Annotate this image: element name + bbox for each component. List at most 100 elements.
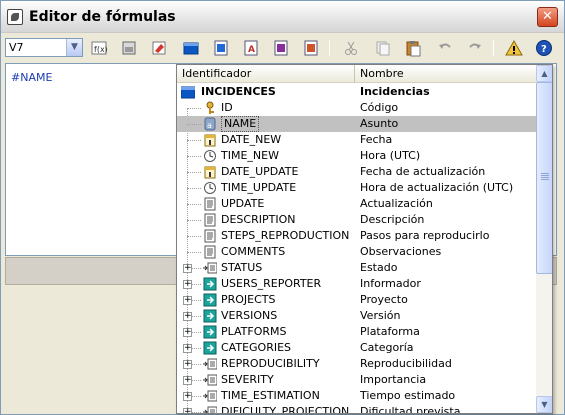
close-button[interactable]: ✕ bbox=[537, 7, 558, 27]
field-identifier: TIME_UPDATE bbox=[221, 181, 297, 194]
tree-row[interactable]: + PLATFORMS Plataforma bbox=[177, 324, 536, 340]
field-identifier: SEVERITY bbox=[221, 373, 274, 386]
field-name: Importancia bbox=[360, 373, 427, 386]
document-icon bbox=[203, 245, 217, 259]
expand-icon[interactable]: + bbox=[183, 408, 192, 413]
tree-row[interactable]: + STATUS Estado bbox=[177, 260, 536, 276]
clock-icon bbox=[203, 149, 217, 163]
field-identifier: TIME_NEW bbox=[221, 149, 279, 162]
table-icon[interactable] bbox=[181, 38, 201, 58]
eraser-icon[interactable] bbox=[149, 38, 169, 58]
tree-branch-line bbox=[187, 188, 201, 189]
tree-row[interactable]: DATE_UPDATE Fecha de actualización bbox=[177, 164, 536, 180]
expand-icon[interactable]: + bbox=[183, 328, 192, 337]
date-icon[interactable] bbox=[301, 38, 321, 58]
copy-icon[interactable] bbox=[373, 38, 393, 58]
undo-icon[interactable] bbox=[435, 38, 455, 58]
key-link-icon bbox=[203, 357, 218, 371]
tree-row[interactable]: ID Código bbox=[177, 100, 536, 116]
chevron-down-icon[interactable]: ▼ bbox=[66, 39, 82, 56]
paste-icon[interactable] bbox=[403, 38, 423, 58]
tree-row[interactable]: + TIME_ESTIMATION Tiempo estimado bbox=[177, 388, 536, 404]
tree-branch-line bbox=[187, 172, 201, 173]
scrollbar-thumb[interactable] bbox=[536, 82, 552, 274]
document-icon bbox=[203, 197, 217, 211]
field-identifier: STATUS bbox=[221, 261, 263, 274]
svg-text:f(x): f(x) bbox=[94, 45, 108, 54]
tree-row[interactable]: + SEVERITY Importancia bbox=[177, 372, 536, 388]
field-name: Actualización bbox=[360, 197, 433, 210]
help-icon[interactable]: ? bbox=[534, 38, 554, 58]
tree-row[interactable]: + CATEGORIES Categoría bbox=[177, 340, 536, 356]
field-tree: INCIDENCES Incidencias ID Código a NAME Asunto… bbox=[177, 84, 536, 413]
tree-row[interactable]: STEPS_REPRODUCTION Pasos para reproducirl… bbox=[177, 228, 536, 244]
field-name: Categoría bbox=[360, 341, 414, 354]
title-bar[interactable]: Editor de fórmulas ✕ bbox=[1, 1, 564, 33]
tree-branch-line bbox=[187, 252, 201, 253]
tree-row[interactable]: + PROJECTS Proyecto bbox=[177, 292, 536, 308]
svg-text:?: ? bbox=[541, 44, 547, 55]
tree-row[interactable]: DESCRIPTION Descripción bbox=[177, 212, 536, 228]
cell-select-value: V7 bbox=[9, 41, 24, 54]
number-icon[interactable] bbox=[271, 38, 291, 58]
field-name: Observaciones bbox=[360, 245, 442, 258]
tree-branch-line bbox=[187, 204, 201, 205]
tree-row[interactable]: + VERSIONS Versión bbox=[177, 308, 536, 324]
expand-icon[interactable]: + bbox=[183, 296, 192, 305]
field-name: Plataforma bbox=[360, 325, 420, 338]
field-identifier: DESCRIPTION bbox=[221, 213, 296, 226]
expand-icon[interactable]: + bbox=[183, 344, 192, 353]
expand-icon[interactable]: + bbox=[183, 264, 192, 273]
field-identifier: TIME_ESTIMATION bbox=[221, 389, 320, 402]
tree-row[interactable]: TIME_NEW Hora (UTC) bbox=[177, 148, 536, 164]
tree-row[interactable]: DATE_NEW Fecha bbox=[177, 132, 536, 148]
app-icon bbox=[7, 9, 23, 25]
cut-icon[interactable] bbox=[341, 38, 361, 58]
expand-icon[interactable]: + bbox=[183, 376, 192, 385]
tree-row[interactable]: + REPRODUCIBILITY Reproducibilidad bbox=[177, 356, 536, 372]
expand-icon[interactable]: + bbox=[183, 280, 192, 289]
field-name: Hora de actualización (UTC) bbox=[360, 181, 514, 194]
tree-row[interactable]: TIME_UPDATE Hora de actualización (UTC) bbox=[177, 180, 536, 196]
link-icon bbox=[203, 341, 217, 355]
function-icon[interactable]: f(x) bbox=[89, 38, 109, 58]
key-link-icon bbox=[203, 261, 218, 275]
field-identifier: CATEGORIES bbox=[221, 341, 292, 354]
tree-row[interactable]: UPDATE Actualización bbox=[177, 196, 536, 212]
header-name[interactable]: Nombre bbox=[355, 65, 536, 83]
text-icon[interactable]: A bbox=[241, 38, 261, 58]
field-identifier: REPRODUCIBILITY bbox=[221, 357, 320, 370]
vertical-scrollbar[interactable]: ▲ ▼ bbox=[536, 65, 552, 413]
tree-row[interactable]: + USERS_REPORTER Informador bbox=[177, 276, 536, 292]
expand-icon[interactable]: + bbox=[183, 392, 192, 401]
scroll-down-icon[interactable]: ▼ bbox=[536, 396, 552, 413]
copy-table-icon[interactable] bbox=[211, 38, 231, 58]
header-identifier[interactable]: Identificador bbox=[177, 65, 355, 83]
expand-icon[interactable]: + bbox=[183, 360, 192, 369]
cell-select[interactable]: V7 ▼ bbox=[5, 38, 83, 57]
tree-row[interactable]: COMMENTS Observaciones bbox=[177, 244, 536, 260]
tree-branch-line bbox=[187, 156, 201, 157]
svg-text:a: a bbox=[207, 121, 212, 130]
tree-root-row[interactable]: INCIDENCES Incidencias bbox=[177, 84, 536, 100]
scroll-up-icon[interactable]: ▲ bbox=[536, 65, 552, 82]
tree-branch-line bbox=[187, 220, 201, 221]
warning-icon[interactable] bbox=[504, 38, 524, 58]
field-identifier: STEPS_REPRODUCTION bbox=[221, 229, 350, 242]
field-icon[interactable] bbox=[119, 38, 139, 58]
clock-icon bbox=[203, 181, 217, 195]
field-name: Proyecto bbox=[360, 293, 408, 306]
toolbar-separator bbox=[493, 40, 494, 56]
field-identifier: UPDATE bbox=[221, 197, 265, 210]
tree-branch-line bbox=[187, 140, 201, 141]
tree-row[interactable]: a NAME Asunto bbox=[177, 116, 536, 132]
document-icon bbox=[203, 229, 217, 243]
calendar-icon bbox=[203, 165, 217, 179]
link-icon bbox=[203, 277, 217, 291]
tree-branch-line bbox=[187, 236, 201, 237]
document-icon bbox=[203, 213, 217, 227]
expand-icon[interactable]: + bbox=[183, 312, 192, 321]
redo-icon[interactable] bbox=[465, 38, 485, 58]
key-link-icon bbox=[203, 405, 218, 413]
tree-row[interactable]: + DIFICULTY_PROJECTION Dificultad prevista bbox=[177, 404, 536, 413]
